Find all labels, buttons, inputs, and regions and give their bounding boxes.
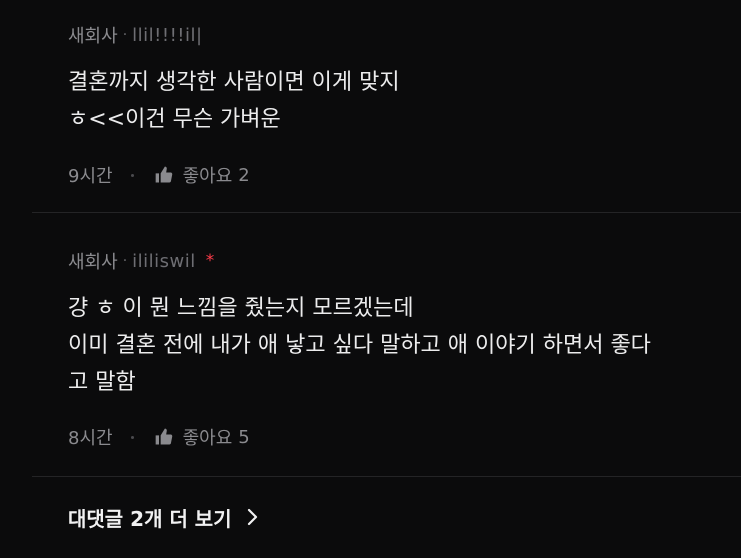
comment-time: 8시간 <box>68 428 113 449</box>
like-button[interactable]: 좋아요 2 <box>154 162 250 188</box>
footer-dot <box>130 435 134 439</box>
comment-item: 새회사 · llil!!!!il| 결혼까지 생각한 사람이면 이게 맞지 ㅎ<… <box>68 22 721 188</box>
thumbs-up-icon <box>155 428 172 445</box>
comment-divider <box>32 476 741 477</box>
like-count: 2 <box>238 164 250 186</box>
comment-time: 9시간 <box>68 166 113 187</box>
comment-footer: 8시간 좋아요 5 <box>68 424 721 450</box>
author-company[interactable]: 새회사 <box>68 22 118 48</box>
more-replies-button[interactable]: 대댓글 2개 더 보기 <box>68 504 260 531</box>
like-label: 좋아요 <box>182 428 233 449</box>
footer-dot <box>130 173 134 177</box>
comment-author-meta: 새회사 · llil!!!!il| <box>68 22 721 48</box>
comment-footer: 9시간 좋아요 2 <box>68 162 721 188</box>
author-nickname[interactable]: llil!!!!il| <box>132 25 202 46</box>
chevron-right-icon <box>247 508 257 526</box>
author-badge: * <box>205 251 215 271</box>
meta-separator: · <box>122 253 128 269</box>
comment-item: 새회사 · ililiswil * 걍 ㅎ 이 뭔 느낌을 줬는지 모르겠는데 … <box>68 248 721 450</box>
meta-separator: · <box>122 27 128 43</box>
like-label: 좋아요 <box>182 166 233 187</box>
like-count: 5 <box>238 426 250 448</box>
comment-divider <box>32 212 741 213</box>
author-company[interactable]: 새회사 <box>68 248 118 274</box>
comment-author-meta: 새회사 · ililiswil * <box>68 248 721 274</box>
like-button[interactable]: 좋아요 5 <box>154 424 250 450</box>
author-nickname[interactable]: ililiswil <box>132 251 196 272</box>
comment-text: 결혼까지 생각한 사람이면 이게 맞지 ㅎ<<이건 무슨 가벼운 <box>68 70 400 132</box>
thumbs-up-icon <box>155 166 172 183</box>
comment-text: 걍 ㅎ 이 뭔 느낌을 줬는지 모르겠는데 이미 결혼 전에 내가 애 낳고 싶… <box>68 296 651 395</box>
more-replies-label: 대댓글 2개 더 보기 <box>68 506 232 531</box>
